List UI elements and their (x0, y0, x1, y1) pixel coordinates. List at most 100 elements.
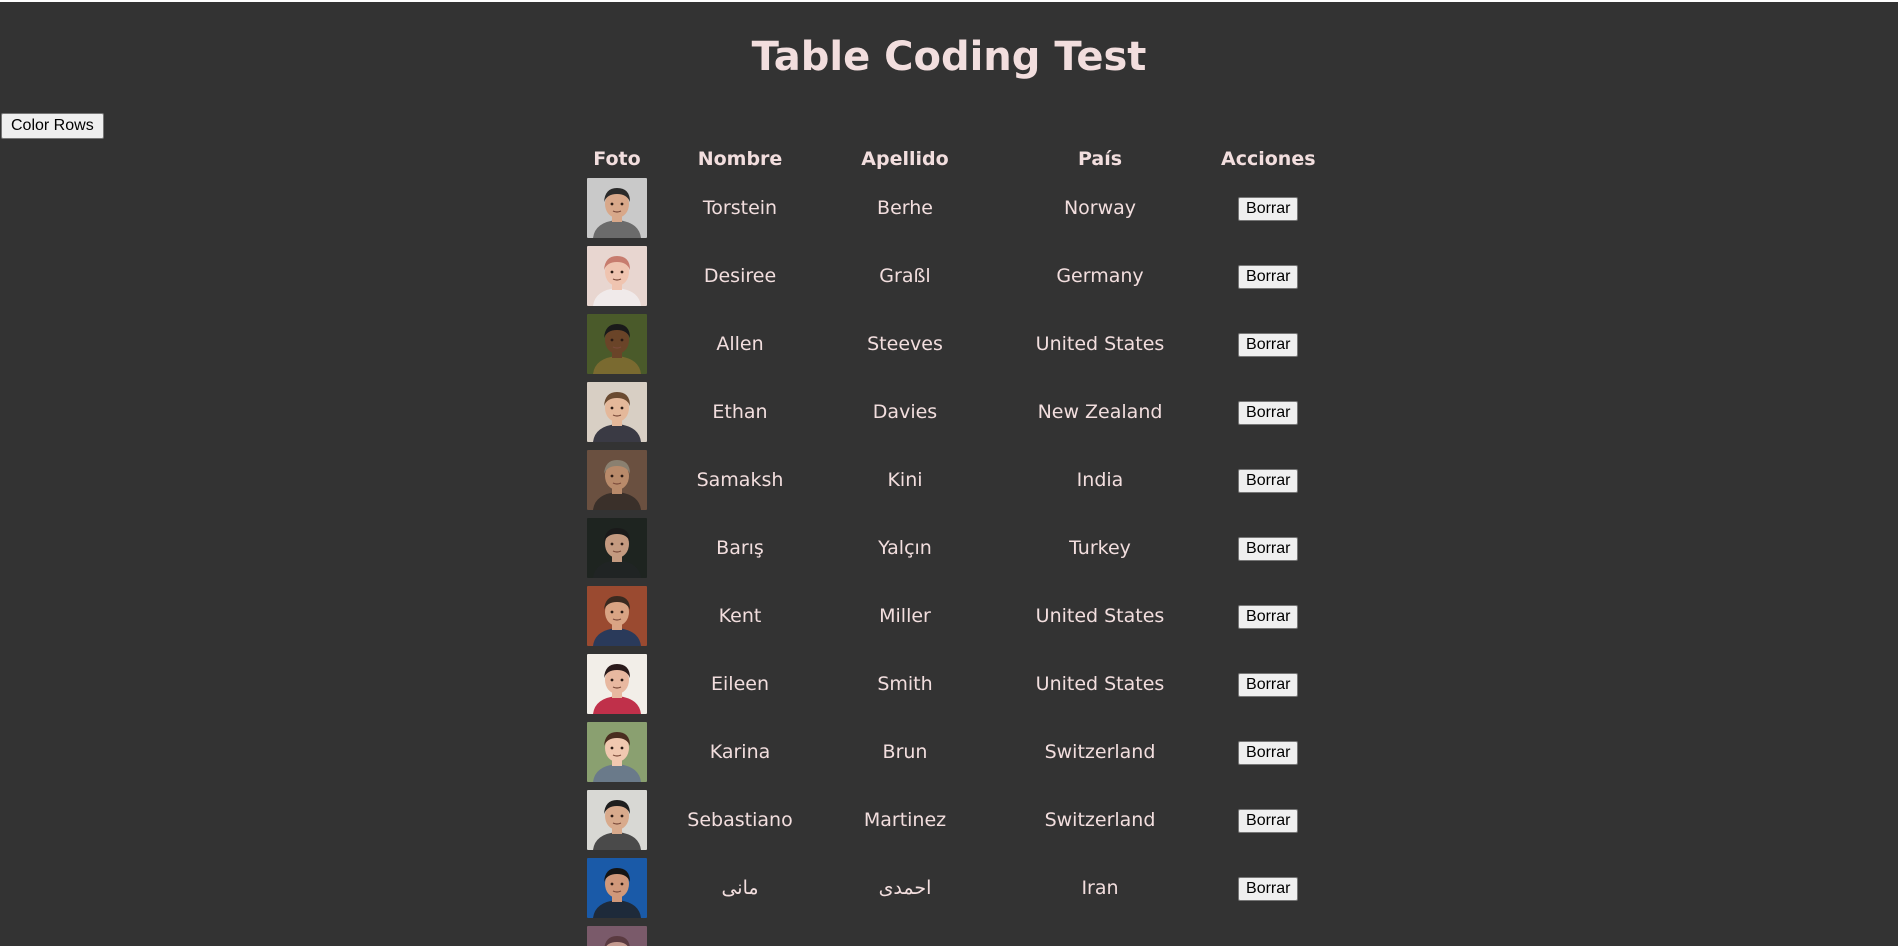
cell-nombre: Barış (716, 537, 764, 559)
cell-pais: Switzerland (1044, 809, 1156, 831)
avatar (587, 654, 647, 714)
cell-apellido: Davies (872, 401, 938, 423)
header-foto: Foto (593, 147, 641, 170)
avatar (587, 178, 647, 238)
cell-nombre (651, 923, 829, 946)
cell-pais: India (1076, 469, 1124, 491)
cell-apellido: Graßl (879, 265, 931, 287)
avatar (587, 858, 647, 918)
table-row: Eileen Smith United States Borrar (585, 651, 1316, 717)
cell-apellido: Kini (887, 469, 923, 491)
cell-pais: Norway (1063, 197, 1137, 219)
avatar (587, 790, 647, 850)
cell-pais: United States (1035, 333, 1165, 355)
cell-nombre: Karina (709, 741, 771, 763)
cell-apellido: Miller (879, 605, 931, 627)
cell-pais: Germany (1056, 265, 1144, 287)
cell-foto (585, 311, 649, 377)
table-row: Samaksh Kini India Borrar (585, 447, 1316, 513)
page-title: Table Coding Test (751, 34, 1147, 80)
delete-button[interactable]: Borrar (1238, 672, 1299, 697)
header-nombre: Nombre (697, 147, 783, 170)
table-body: Torstein Berhe Norway Borrar Desiree Graßl Ger… (585, 175, 1316, 946)
avatar (587, 382, 647, 442)
delete-button[interactable]: Borrar (1238, 196, 1299, 221)
cell-foto (585, 447, 649, 513)
avatar (587, 926, 647, 946)
header-apellido: Apellido (861, 147, 949, 170)
delete-button[interactable]: Borrar (1238, 604, 1299, 629)
cell-apellido: Yalçın (878, 537, 932, 559)
table-row: Ethan Davies New Zealand Borrar (585, 379, 1316, 445)
cell-apellido: احمدی (878, 877, 932, 899)
user-photo-icon (587, 858, 647, 918)
cell-pais: New Zealand (1037, 401, 1163, 423)
cell-nombre: Ethan (712, 401, 768, 423)
user-photo-icon (587, 654, 647, 714)
cell-pais: Switzerland (1044, 741, 1156, 763)
user-photo-icon (587, 314, 647, 374)
user-photo-icon (587, 722, 647, 782)
cell-apellido: Martinez (863, 809, 947, 831)
cell-pais (981, 923, 1219, 946)
cell-nombre: Torstein (702, 197, 778, 219)
table-header-row: Foto Nombre Apellido País Acciones (585, 144, 1315, 173)
delete-button[interactable]: Borrar (1238, 876, 1299, 901)
user-photo-icon (587, 790, 647, 850)
cell-foto (585, 175, 649, 241)
delete-button[interactable]: Borrar (1238, 400, 1299, 425)
cell-foto (585, 379, 649, 445)
table-row: Desiree Graßl Germany Borrar (585, 243, 1316, 309)
cell-foto (585, 583, 649, 649)
color-rows-button[interactable]: Color Rows (1, 113, 104, 139)
avatar (587, 450, 647, 510)
user-photo-icon (587, 926, 647, 946)
delete-button[interactable]: Borrar (1238, 808, 1299, 833)
cell-acciones: Borrar (1221, 583, 1316, 649)
table-row: Torstein Berhe Norway Borrar (585, 175, 1316, 241)
cell-apellido (831, 923, 979, 946)
cell-foto (585, 515, 649, 581)
cell-acciones: Borrar (1221, 243, 1316, 309)
cell-acciones: Borrar (1221, 379, 1316, 445)
cell-acciones: Borrar (1221, 855, 1316, 921)
cell-nombre: Eileen (711, 673, 769, 695)
table-row: Karina Brun Switzerland Borrar (585, 719, 1316, 785)
user-photo-icon (587, 450, 647, 510)
cell-foto (585, 243, 649, 309)
cell-nombre: Sebastiano (687, 809, 793, 831)
header-pais: País (1077, 147, 1123, 170)
user-photo-icon (587, 246, 647, 306)
delete-button[interactable]: Borrar (1238, 332, 1299, 357)
cell-acciones: Borrar (1221, 719, 1316, 785)
cell-apellido: Brun (882, 741, 928, 763)
cell-acciones: Borrar (1221, 651, 1316, 717)
delete-button[interactable]: Borrar (1238, 264, 1299, 289)
cell-pais: Iran (1081, 877, 1119, 899)
table-row (585, 923, 1316, 946)
delete-button[interactable]: Borrar (1238, 740, 1299, 765)
delete-button[interactable]: Borrar (1238, 536, 1299, 561)
table-row: Allen Steeves United States Borrar (585, 311, 1316, 377)
page: Table Coding Test Color Rows Foto Nombre… (0, 0, 1898, 946)
avatar (587, 246, 647, 306)
cell-nombre: Kent (718, 605, 762, 627)
cell-foto (585, 855, 649, 921)
cell-acciones: Borrar (1221, 175, 1316, 241)
cell-foto (585, 651, 649, 717)
user-photo-icon (587, 382, 647, 442)
avatar (587, 518, 647, 578)
table-row: مانی احمدی Iran Borrar (585, 855, 1316, 921)
cell-nombre: Samaksh (696, 469, 784, 491)
cell-pais: Turkey (1069, 537, 1131, 559)
cell-apellido: Smith (877, 673, 933, 695)
table-row: Sebastiano Martinez Switzerland Borrar (585, 787, 1316, 853)
avatar (587, 722, 647, 782)
cell-acciones: Borrar (1221, 447, 1316, 513)
cell-foto (585, 787, 649, 853)
cell-acciones: Borrar (1221, 311, 1316, 377)
cell-foto (585, 923, 649, 946)
cell-pais: United States (1035, 605, 1165, 627)
delete-button[interactable]: Borrar (1238, 468, 1299, 493)
cell-apellido: Steeves (867, 333, 943, 355)
